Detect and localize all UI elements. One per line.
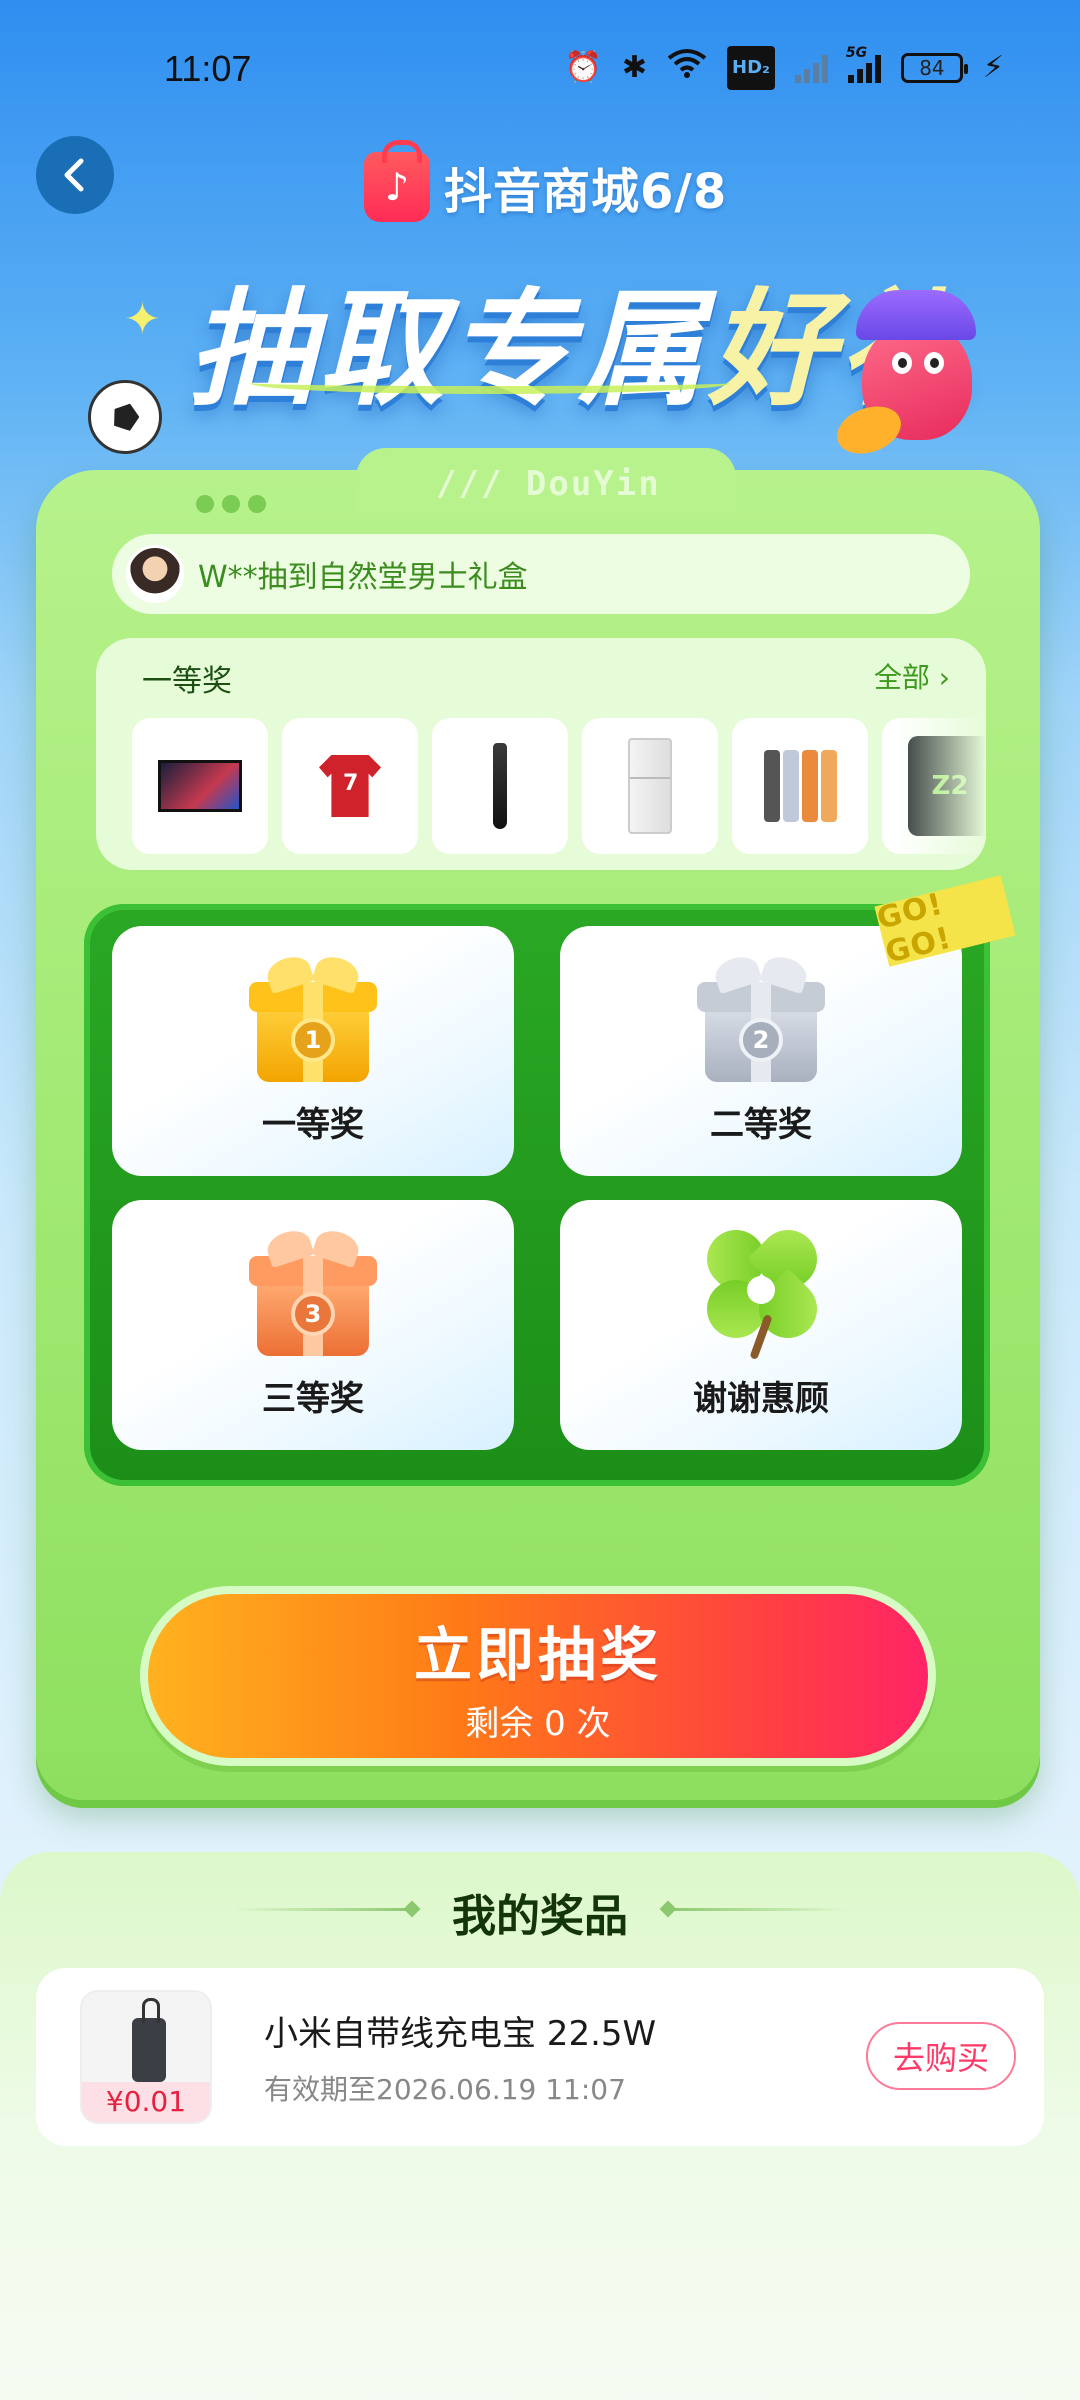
bluetooth-icon: ✱ — [621, 50, 648, 85]
prize-expiry: 有效期至2026.06.19 11:07 — [264, 2073, 626, 2106]
mascot-icon — [830, 290, 992, 462]
5g-signal-icon: 5G — [846, 45, 881, 83]
my-prizes-title: 我的奖品 — [452, 1891, 628, 1942]
power-bank-icon — [132, 1998, 166, 2082]
ticker-text: W**抽到自然堂男士礼盒 — [198, 560, 528, 595]
prize-thumb-phones[interactable] — [732, 718, 868, 854]
prize-thumb-tv[interactable] — [132, 718, 268, 854]
my-prizes-section: 我的奖品 ¥0.01 小米自带线充电宝 22.5W 有效期至2026.06.19… — [0, 1852, 1080, 2400]
medal-3: 3 — [291, 1292, 335, 1336]
avatar — [126, 545, 184, 603]
status-time: 11:07 — [164, 48, 252, 89]
view-all-label: 全部 — [873, 661, 930, 694]
star-icon: ✦ — [124, 294, 161, 345]
wifi-icon — [667, 48, 707, 89]
buy-button[interactable]: 去购买 — [866, 2022, 1016, 2090]
prize-thumb-jersey[interactable] — [282, 718, 418, 854]
charging-icon: ⚡ — [982, 50, 1004, 85]
machine-label: /// DouYin — [436, 464, 661, 504]
title-divider-right — [668, 1908, 848, 1911]
medal-2: 2 — [739, 1018, 783, 1062]
status-bar: 11:07 ⏰ ✱ HD₂ 5G 84 ⚡ — [0, 0, 1080, 140]
lottery-machine: /// DouYin W**抽到自然堂男士礼盒 一等奖 全部 › Z2 1 一等… — [36, 448, 1040, 1800]
silver-gift-icon: 2 — [697, 951, 825, 1082]
status-icons: ⏰ ✱ HD₂ 5G 84 ⚡ — [564, 45, 1004, 90]
network-label: 5G — [845, 45, 868, 61]
chevron-right-icon: › — [929, 661, 950, 694]
hd-icon: HD₂ — [727, 46, 775, 90]
remaining-count: 剩余 0 次 — [465, 1703, 611, 1744]
prize-thumbnails: Z2 — [132, 718, 986, 854]
grid-label: 谢谢惠顾 — [693, 1379, 829, 1419]
hero-swoosh — [250, 372, 730, 394]
signal-icon — [794, 53, 828, 83]
grid-cell-thanks: 谢谢惠顾 — [560, 1200, 962, 1450]
prize-thumb-bat[interactable] — [432, 718, 568, 854]
tv-icon — [158, 760, 242, 812]
draw-button-label: 立即抽奖 — [413, 1620, 662, 1689]
douyin-mall-logo-icon: ♪ — [364, 140, 430, 222]
battery-icon: 84 — [900, 53, 968, 83]
hero-title-main: 抽取专属 — [188, 276, 708, 423]
alarm-icon: ⏰ — [564, 50, 602, 85]
bronze-gift-icon: 3 — [249, 1225, 377, 1356]
clover-icon — [694, 1217, 830, 1360]
first-prize-panel: 一等奖 全部 › Z2 — [96, 638, 986, 870]
grid-cell-third-prize: 3 三等奖 — [112, 1200, 514, 1450]
grid-label: 三等奖 — [262, 1379, 364, 1419]
panel-title: 一等奖 — [142, 664, 232, 699]
brand: ♪ 抖音商城6/8 — [364, 140, 728, 222]
grid-label: 一等奖 — [262, 1105, 364, 1145]
draw-button[interactable]: 立即抽奖 剩余 0 次 — [140, 1586, 936, 1766]
prize-grid: 1 一等奖 2 二等奖 3 三等奖 谢谢惠顾 — [84, 904, 990, 1486]
battery-level: 84 — [919, 56, 945, 80]
view-all-link[interactable]: 全部 › — [874, 656, 950, 696]
phones-icon — [763, 750, 837, 822]
grid-cell-first-prize: 1 一等奖 — [112, 926, 514, 1176]
prize-price: ¥0.01 — [82, 2082, 210, 2122]
medal-1: 1 — [291, 1018, 335, 1062]
soccer-ball-icon — [88, 380, 162, 454]
bat-icon — [493, 743, 507, 829]
brand-name: 抖音商城6/8 — [444, 164, 728, 220]
back-button[interactable] — [36, 136, 114, 214]
prize-thumb-fridge[interactable] — [582, 718, 718, 854]
scroll-fade — [896, 708, 986, 868]
prize-name: 小米自带线充电宝 22.5W — [264, 2014, 657, 2054]
winner-ticker: W**抽到自然堂男士礼盒 — [112, 534, 970, 614]
jersey-icon — [319, 755, 381, 817]
machine-dots — [196, 495, 266, 513]
prize-card: ¥0.01 小米自带线充电宝 22.5W 有效期至2026.06.19 11:0… — [36, 1968, 1044, 2146]
prize-thumbnail: ¥0.01 — [80, 1990, 212, 2124]
chevron-left-icon — [64, 158, 84, 192]
fridge-icon — [628, 738, 672, 834]
gold-gift-icon: 1 — [249, 951, 377, 1082]
grid-label: 二等奖 — [710, 1105, 812, 1145]
